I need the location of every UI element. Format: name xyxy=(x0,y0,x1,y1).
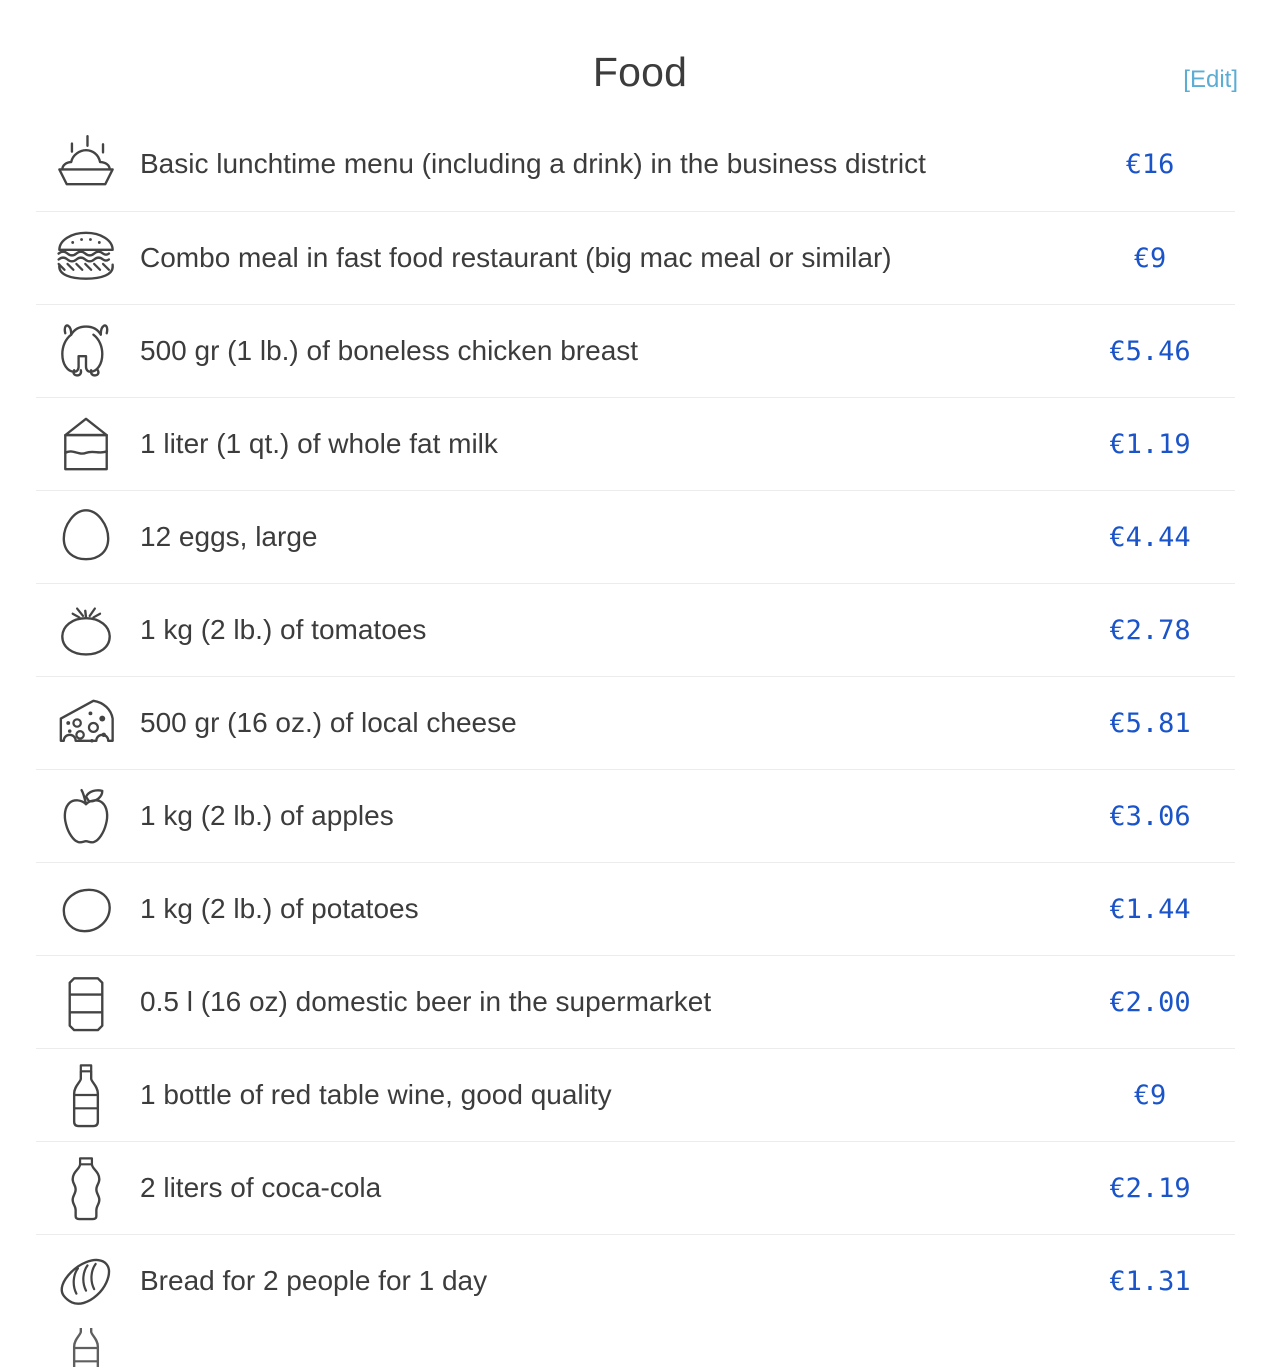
item-label: 500 gr (16 oz.) of local cheese xyxy=(140,706,517,738)
table-row[interactable]: 0.5 l (16 oz) domestic beer in the super… xyxy=(0,955,1280,1048)
burger-icon xyxy=(36,221,136,295)
apple-icon xyxy=(36,779,136,853)
egg-icon xyxy=(36,500,136,574)
table-row[interactable]: 2 liters of coca-cola €2.19 xyxy=(0,1141,1280,1234)
cheese-wedge-icon xyxy=(36,686,136,760)
edit-link[interactable]: [Edit] xyxy=(1183,68,1238,92)
item-price: €2.78 xyxy=(1109,614,1191,646)
table-row[interactable]: 1 bottle of red table wine, good quality… xyxy=(0,1048,1280,1141)
table-row[interactable]: 1 kg (2 lb.) of potatoes €1.44 xyxy=(0,862,1280,955)
table-row-partial[interactable] xyxy=(0,1327,1280,1367)
table-row[interactable]: Combo meal in fast food restaurant (big … xyxy=(0,211,1280,304)
bread-loaf-icon xyxy=(36,1244,136,1318)
chicken-icon xyxy=(36,314,136,388)
wine-bottle-icon xyxy=(36,1058,136,1132)
item-price: €4.44 xyxy=(1109,521,1191,553)
item-price: €1.19 xyxy=(1109,428,1191,460)
table-row[interactable]: 1 liter (1 qt.) of whole fat milk €1.19 xyxy=(0,397,1280,490)
item-price: €9 xyxy=(1133,242,1167,274)
table-row[interactable]: 1 kg (2 lb.) of tomatoes €2.78 xyxy=(0,583,1280,676)
price-list: Basic lunchtime menu (including a drink)… xyxy=(0,118,1280,1367)
item-label: 1 liter (1 qt.) of whole fat milk xyxy=(140,427,498,459)
table-row[interactable]: Bread for 2 people for 1 day €1.31 xyxy=(0,1234,1280,1327)
soda-bottle-icon xyxy=(36,1151,136,1225)
food-price-list-page: Food [Edit] Basic lunchtime menu (includ… xyxy=(0,0,1280,1367)
item-label: 12 eggs, large xyxy=(140,520,318,552)
beer-can-icon xyxy=(36,965,136,1039)
table-row[interactable]: 500 gr (16 oz.) of local cheese €5.81 xyxy=(0,676,1280,769)
page-title: Food xyxy=(592,49,688,95)
table-row[interactable]: 500 gr (1 lb.) of boneless chicken breas… xyxy=(0,304,1280,397)
table-row[interactable]: 1 kg (2 lb.) of apples €3.06 xyxy=(0,769,1280,862)
item-label: 1 kg (2 lb.) of apples xyxy=(140,799,394,831)
item-price: €16 xyxy=(1125,149,1175,180)
item-price: €1.31 xyxy=(1109,1265,1191,1297)
tomato-icon xyxy=(36,593,136,667)
item-price: €2.19 xyxy=(1109,1172,1191,1204)
table-row[interactable]: 12 eggs, large €4.44 xyxy=(0,490,1280,583)
hot-meal-bowl-icon xyxy=(36,128,136,202)
item-label: 1 bottle of red table wine, good quality xyxy=(140,1078,612,1110)
page-header: Food [Edit] xyxy=(0,0,1280,118)
item-label: Basic lunchtime menu (including a drink)… xyxy=(140,148,926,180)
table-row[interactable]: Basic lunchtime menu (including a drink)… xyxy=(0,118,1280,211)
potato-icon xyxy=(36,872,136,946)
item-label: Combo meal in fast food restaurant (big … xyxy=(140,241,892,273)
item-price: €5.81 xyxy=(1109,707,1191,739)
item-label: 1 kg (2 lb.) of tomatoes xyxy=(140,613,427,645)
item-label: 0.5 l (16 oz) domestic beer in the super… xyxy=(140,985,712,1017)
item-label: Bread for 2 people for 1 day xyxy=(140,1264,488,1296)
item-price: €9 xyxy=(1133,1079,1167,1111)
item-price: €5.46 xyxy=(1109,335,1191,367)
item-price: €1.44 xyxy=(1109,893,1191,925)
partial-row-icon xyxy=(36,1328,136,1367)
item-price: €2.00 xyxy=(1109,986,1191,1018)
item-label: 1 kg (2 lb.) of potatoes xyxy=(140,892,419,924)
item-price: €3.06 xyxy=(1109,800,1191,832)
item-label: 500 gr (1 lb.) of boneless chicken breas… xyxy=(140,334,639,366)
milk-carton-icon xyxy=(36,407,136,481)
item-label: 2 liters of coca-cola xyxy=(140,1171,382,1203)
